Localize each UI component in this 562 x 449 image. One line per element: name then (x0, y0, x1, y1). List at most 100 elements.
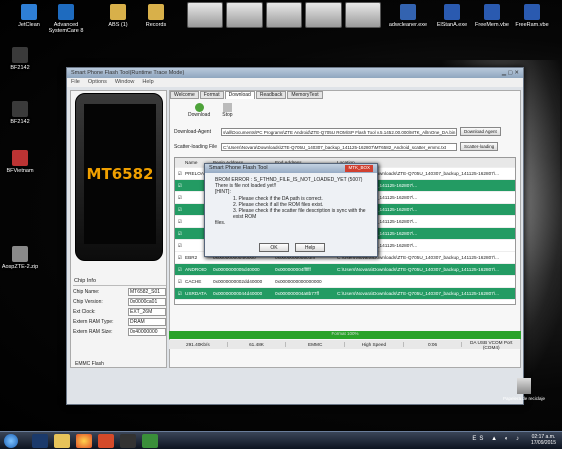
language-indicator[interactable]: ES (472, 436, 486, 442)
chip-label: Ext Clock: (73, 309, 96, 315)
desktop-icon-label: AospZTE-2.zip (1, 264, 39, 270)
download-agent-button[interactable]: Download Agent (460, 127, 501, 136)
ok-button[interactable]: OK (259, 243, 289, 252)
dialog-close-badge[interactable]: MTK_BOX (345, 165, 373, 172)
scatter-field[interactable]: C:\Users\Novara\Downloads\ZTE-Q705U_1403… (221, 142, 457, 151)
row-checkbox[interactable]: ☑ (175, 255, 185, 261)
topbar-item[interactable] (187, 2, 224, 28)
download-button[interactable]: Download (188, 103, 210, 118)
scatter-label: Scatter-loading File (174, 143, 218, 150)
desktop-icon-label: BF2142 (10, 65, 30, 71)
flashtool-icon[interactable] (142, 434, 158, 448)
table-row[interactable]: ☑ USRDATA 0x00000000044d40000 0x000000004a8… (175, 288, 515, 300)
system-tray[interactable]: ES ▲ ◐ ♪ (472, 436, 522, 442)
app-icon[interactable] (120, 434, 136, 448)
topbar-toolbar (185, 0, 383, 30)
row-checkbox[interactable]: ☑ (175, 207, 185, 213)
desktop-icon[interactable]: FreeRam.vbe (506, 4, 558, 28)
tab-welcome[interactable]: Welcome (170, 91, 199, 99)
row-checkbox[interactable]: ☑ (175, 291, 185, 297)
row-end: 0x000000004ffffff (275, 267, 311, 272)
topbar-item[interactable] (305, 2, 342, 28)
download-agent-label: Download-Agent (174, 128, 211, 135)
stop-label: Stop (222, 112, 233, 118)
desktop-app-icon (524, 4, 540, 20)
download-agent-row: Download-Agent s\all\Documents\PC Progra… (174, 127, 501, 136)
chip-label: Extern RAM Size: (73, 329, 113, 335)
row-checkbox[interactable]: ☑ (175, 279, 185, 285)
menu-options[interactable]: Options (88, 79, 107, 86)
row-checkbox[interactable]: ☑ (175, 243, 185, 249)
desktop-icon[interactable]: Records (130, 4, 182, 28)
stop-icon (222, 103, 232, 112)
media-icon[interactable] (98, 434, 114, 448)
desktop-icon[interactable]: AospZTE-2.zip (0, 246, 46, 270)
desktop-icon[interactable]: Advanced SystemCare 8 (40, 4, 92, 34)
scatter-button[interactable]: Scatter-loading (460, 142, 499, 151)
progress-bar: Format 100% (169, 331, 521, 339)
chip-value: 0x40000000 (128, 328, 166, 336)
recycle-bin[interactable]: Papelera de reciclaje (502, 378, 546, 401)
dialog-hint-line: 3. Please check if the scatter file desc… (233, 208, 366, 221)
tab-download[interactable]: Download (224, 91, 255, 99)
tab-format[interactable]: Format (199, 91, 224, 99)
clock[interactable]: 02:17 a.m. 17/09/2015 (531, 434, 556, 446)
start-button[interactable] (4, 434, 18, 448)
row-checkbox[interactable]: ☑ (175, 183, 185, 189)
desktop-app-icon (148, 4, 164, 20)
topbar-item[interactable] (344, 2, 382, 28)
menu-bar: File Options Window Help (67, 78, 523, 87)
taskbar: ES ▲ ◐ ♪ 02:17 a.m. 17/09/2015 (0, 431, 562, 449)
chip-value: MT6582_S01 (128, 288, 166, 296)
status-speed: 291.40Kb/s (169, 342, 228, 347)
desktop-icon[interactable]: BF2142 (0, 101, 46, 125)
menu-help[interactable]: Help (142, 79, 153, 86)
row-checkbox[interactable]: ☑ (175, 219, 185, 225)
row-begin: 0x00000000044d40000 (213, 291, 263, 296)
row-name: ANDROID (185, 267, 207, 272)
error-dialog: Smart Phone Flash Tool MTK_BOX BROM ERRO… (204, 163, 378, 257)
desktop-icon[interactable]: BFVietnam (0, 150, 46, 174)
menu-window[interactable]: Window (115, 79, 135, 86)
folder-icon[interactable] (54, 434, 70, 448)
scatter-row: Scatter-loading File C:\Users\Novara\Dow… (174, 142, 499, 151)
topbar-item[interactable] (226, 2, 263, 28)
chip-label: Chip Version: (73, 299, 103, 305)
stop-button[interactable]: Stop (222, 103, 233, 118)
tab-readback[interactable]: Readback (255, 91, 287, 99)
dialog-body: BROM ERROR : S_FTHND_FILE_IS_NOT_LOADED_… (205, 173, 377, 227)
row-checkbox[interactable]: ☑ (175, 231, 185, 237)
window-title: Smart Phone Flash Tool(Runtime Trace Mod… (71, 70, 185, 76)
table-row[interactable]: ☑ CACHE 0x0000000002dd40000 0x0000000000000… (175, 276, 515, 288)
chip-row: Ext Clock: EXT_26M (73, 308, 166, 316)
desktop-app-icon (58, 4, 74, 20)
progress-label: Format 100% (331, 331, 359, 336)
help-button[interactable]: Help (295, 243, 325, 252)
emmc-flash-label: EMMC Flash (75, 361, 104, 367)
row-checkbox[interactable]: ☑ (175, 171, 185, 177)
row-checkbox[interactable]: ☑ (175, 195, 185, 201)
chip-value: DRAM (128, 318, 166, 326)
table-row[interactable]: ☑ ANDROID 0x0000000005d40000 0x000000004fff… (175, 264, 515, 276)
photoshop-icon[interactable] (32, 434, 48, 448)
chip-row: Extern RAM Type: DRAM (73, 318, 166, 326)
tab-memorytest[interactable]: MemoryTest (287, 91, 323, 99)
recycle-bin-label: Papelera de reciclaje (502, 396, 546, 401)
topbar-item[interactable] (265, 2, 303, 28)
desktop-app-icon (12, 101, 28, 117)
desktop-icon-label: BFVietnam (6, 168, 34, 174)
desktop-icon[interactable]: BF2142 (0, 47, 46, 71)
chip-value: EXT_26M (128, 308, 166, 316)
download-agent-field[interactable]: s\all\Documents\PC Programs\ZTE Android\… (221, 127, 457, 136)
browser-icon[interactable] (76, 434, 92, 448)
menu-file[interactable]: File (71, 79, 80, 86)
window-controls[interactable]: ▁ ▢ ✕ (502, 70, 519, 76)
desktop-app-icon (21, 4, 37, 20)
chip-label: Chip Name: (73, 289, 100, 295)
row-begin: 0x0000000002dd40000 (213, 279, 263, 284)
row-end: 0x0000000000000000 (275, 279, 322, 284)
download-label: Download (188, 112, 211, 118)
row-checkbox[interactable]: ☑ (175, 267, 185, 273)
row-begin: 0x0000000005d40000 (213, 267, 260, 272)
row-name: CACHE (185, 279, 202, 284)
